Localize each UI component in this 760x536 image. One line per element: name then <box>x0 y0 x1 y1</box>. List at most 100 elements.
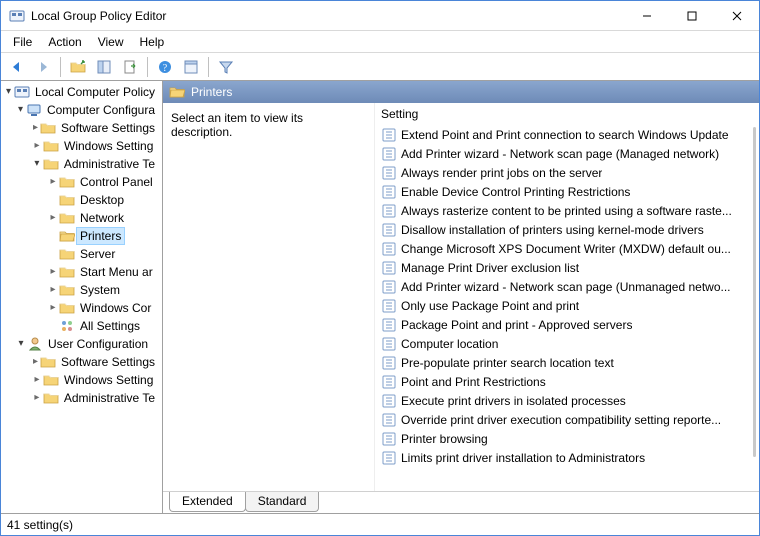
expander-icon[interactable]: ▸ <box>31 375 43 385</box>
folder-icon <box>40 354 56 370</box>
tree-all-settings[interactable]: All Settings <box>1 317 162 335</box>
expander-icon[interactable]: ▾ <box>31 159 43 169</box>
tree-user-config[interactable]: ▾ User Configuration <box>1 335 162 353</box>
expander-icon[interactable]: ▸ <box>47 213 59 223</box>
list-item[interactable]: Add Printer wizard - Network scan page (… <box>377 277 757 296</box>
body: ▾ Local Computer Policy ▾ Computer Confi… <box>1 81 759 513</box>
list-item[interactable]: Extend Point and Print connection to sea… <box>377 125 757 144</box>
tree-root[interactable]: ▾ Local Computer Policy <box>1 83 162 101</box>
minimize-button[interactable] <box>624 1 669 30</box>
close-button[interactable] <box>714 1 759 30</box>
tree-desktop[interactable]: Desktop <box>1 191 162 209</box>
help-button[interactable]: ? <box>153 55 177 79</box>
menu-action[interactable]: Action <box>40 33 89 51</box>
tree-user-admin[interactable]: ▸ Administrative Te <box>1 389 162 407</box>
description-panel: Select an item to view its description. <box>163 103 375 491</box>
folder-icon <box>40 120 56 136</box>
tree-pane[interactable]: ▾ Local Computer Policy ▾ Computer Confi… <box>1 81 163 513</box>
list-item[interactable]: Override print driver execution compatib… <box>377 410 757 429</box>
list-item[interactable]: Computer location <box>377 334 757 353</box>
menu-view[interactable]: View <box>90 33 132 51</box>
list-item[interactable]: Execute print drivers in isolated proces… <box>377 391 757 410</box>
list-item[interactable]: Limits print driver installation to Admi… <box>377 448 757 467</box>
setting-icon <box>381 184 397 200</box>
folder-open-icon <box>169 84 185 100</box>
title-bar: Local Group Policy Editor <box>1 1 759 31</box>
tree-network[interactable]: ▸ Network <box>1 209 162 227</box>
expander-icon[interactable]: ▾ <box>15 339 27 349</box>
list-item[interactable]: Only use Package Point and print <box>377 296 757 315</box>
tree-label: Server <box>77 246 118 262</box>
expander-icon[interactable]: ▸ <box>47 267 59 277</box>
filter-button[interactable] <box>214 55 238 79</box>
setting-icon <box>381 165 397 181</box>
content-tabs: Extended Standard <box>163 491 759 513</box>
menu-file[interactable]: File <box>5 33 40 51</box>
forward-button[interactable] <box>31 55 55 79</box>
list-item[interactable]: Pre-populate printer search location tex… <box>377 353 757 372</box>
folder-icon <box>43 390 59 406</box>
tree-label: Printers <box>77 228 124 244</box>
tab-standard[interactable]: Standard <box>245 492 320 512</box>
list-item[interactable]: Printer browsing <box>377 429 757 448</box>
list-item[interactable]: Manage Print Driver exclusion list <box>377 258 757 277</box>
expander-icon[interactable]: ▸ <box>47 303 59 313</box>
tree-control-panel[interactable]: ▸ Control Panel <box>1 173 162 191</box>
tree-label: Desktop <box>77 192 127 208</box>
back-button[interactable] <box>5 55 29 79</box>
expander-icon[interactable]: ▾ <box>15 105 26 115</box>
folder-open-icon <box>59 228 75 244</box>
expander-icon[interactable]: ▸ <box>47 177 59 187</box>
tree-printers[interactable]: Printers <box>1 227 162 245</box>
tree-label: Windows Setting <box>61 138 156 154</box>
tree-system[interactable]: ▸ System <box>1 281 162 299</box>
list-item[interactable]: Package Point and print - Approved serve… <box>377 315 757 334</box>
maximize-button[interactable] <box>669 1 714 30</box>
expander-icon[interactable]: ▾ <box>3 87 14 97</box>
list-item[interactable]: Always render print jobs on the server <box>377 163 757 182</box>
show-hide-tree-button[interactable] <box>92 55 116 79</box>
tab-extended[interactable]: Extended <box>169 492 246 512</box>
list-item[interactable]: Point and Print Restrictions <box>377 372 757 391</box>
list-item[interactable]: Always rasterize content to be printed u… <box>377 201 757 220</box>
content-split: Select an item to view its description. … <box>163 103 759 491</box>
up-button[interactable] <box>66 55 90 79</box>
export-list-button[interactable] <box>118 55 142 79</box>
scrollbar[interactable] <box>753 127 756 457</box>
setting-icon <box>381 203 397 219</box>
column-header-setting[interactable]: Setting <box>375 103 759 125</box>
list-item[interactable]: Enable Device Control Printing Restricti… <box>377 182 757 201</box>
toolbar-separator <box>147 57 148 77</box>
folder-icon <box>59 210 75 226</box>
menu-help[interactable]: Help <box>132 33 173 51</box>
list-item[interactable]: Change Microsoft XPS Document Writer (MX… <box>377 239 757 258</box>
setting-icon <box>381 298 397 314</box>
setting-icon <box>381 450 397 466</box>
setting-icon <box>381 146 397 162</box>
tree-computer-config[interactable]: ▾ Computer Configura <box>1 101 162 119</box>
list-item[interactable]: Add Printer wizard - Network scan page (… <box>377 144 757 163</box>
tree-label: User Configuration <box>45 336 151 352</box>
window-title: Local Group Policy Editor <box>31 9 624 23</box>
expander-icon[interactable]: ▸ <box>31 393 43 403</box>
list-items[interactable]: Extend Point and Print connection to sea… <box>375 125 759 491</box>
tree-start-menu[interactable]: ▸ Start Menu ar <box>1 263 162 281</box>
tree-user-windows[interactable]: ▸ Windows Setting <box>1 371 162 389</box>
properties-button[interactable] <box>179 55 203 79</box>
tree-windows-settings[interactable]: ▸ Windows Setting <box>1 137 162 155</box>
tree-admin-templates[interactable]: ▾ Administrative Te <box>1 155 162 173</box>
content-pane: Printers Select an item to view its desc… <box>163 81 759 513</box>
expander-icon[interactable]: ▸ <box>47 285 59 295</box>
status-bar: 41 setting(s) <box>1 513 759 535</box>
content-folder-title: Printers <box>191 85 232 99</box>
tree-windows-components[interactable]: ▸ Windows Cor <box>1 299 162 317</box>
expander-icon[interactable]: ▸ <box>31 123 40 133</box>
tree-label: Network <box>77 210 127 226</box>
expander-icon[interactable]: ▸ <box>31 141 43 151</box>
tree-software-settings[interactable]: ▸ Software Settings <box>1 119 162 137</box>
list-item[interactable]: Disallow installation of printers using … <box>377 220 757 239</box>
tree-server[interactable]: Server <box>1 245 162 263</box>
folder-icon <box>59 282 75 298</box>
tree-user-software[interactable]: ▸ Software Settings <box>1 353 162 371</box>
expander-icon[interactable]: ▸ <box>31 357 40 367</box>
